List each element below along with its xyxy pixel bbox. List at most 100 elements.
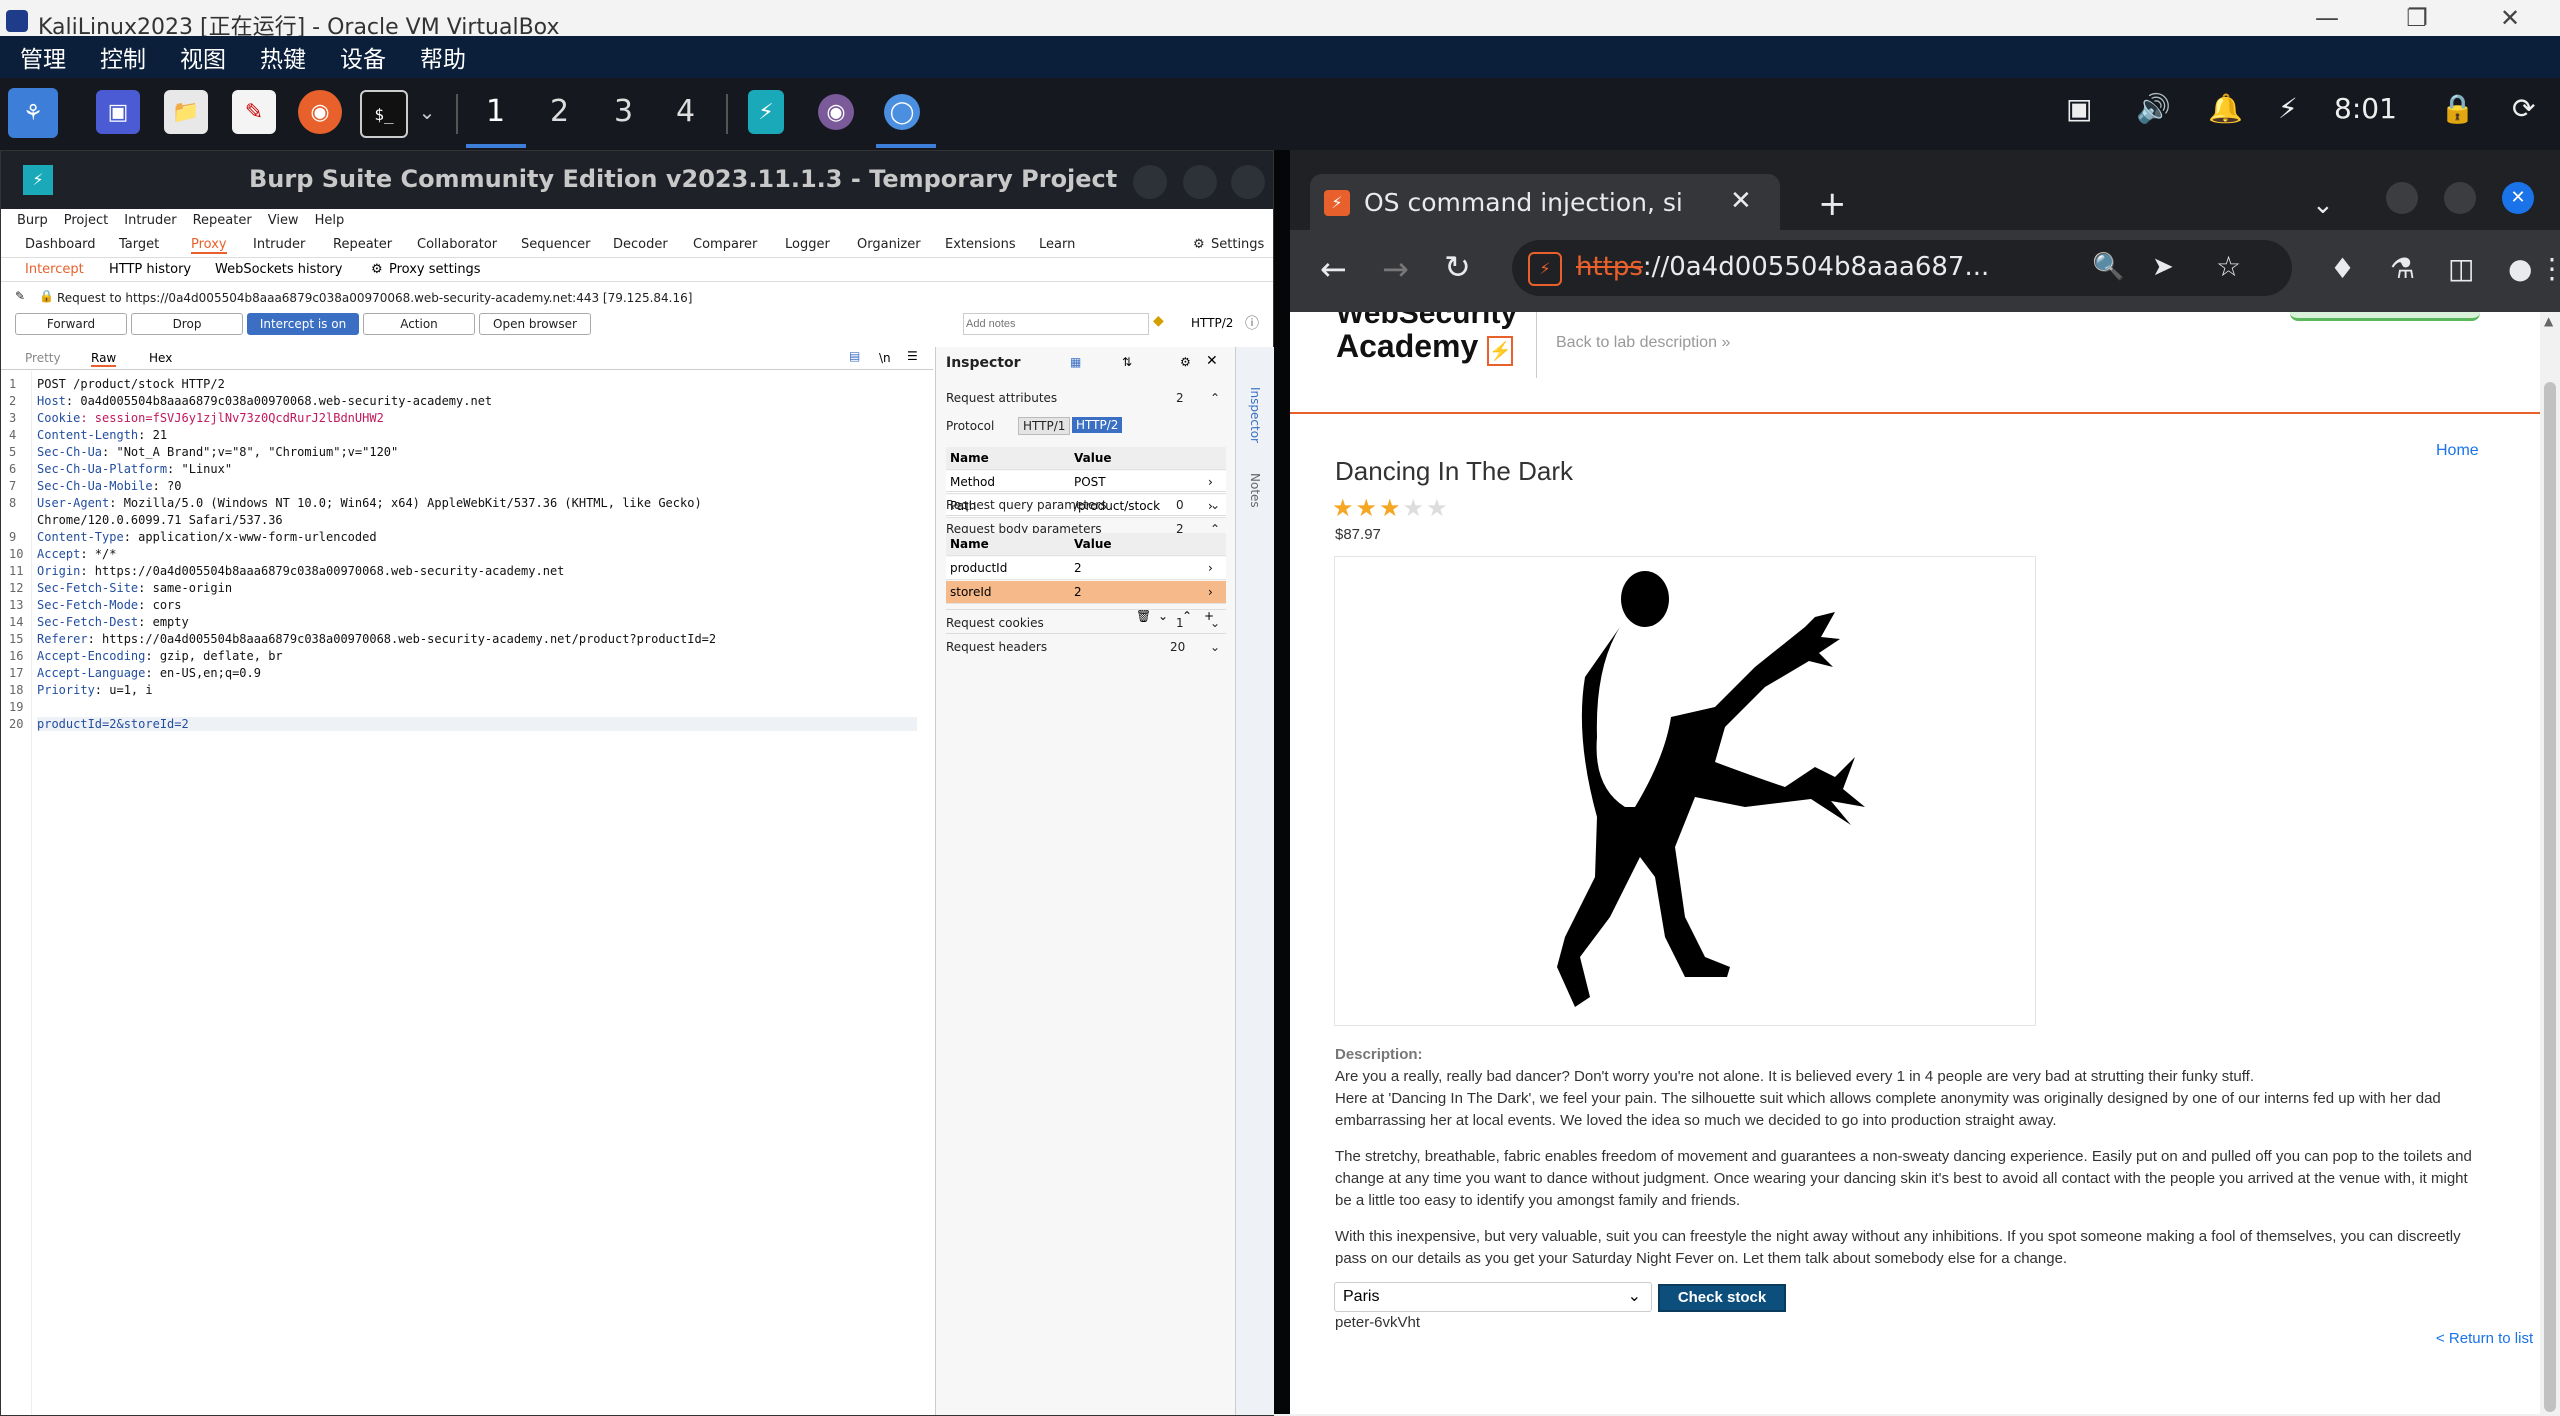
menu-burp[interactable]: Burp [17,213,48,228]
tab-comparer[interactable]: Comparer [693,237,757,252]
menu-manage[interactable]: 管理 [20,36,66,84]
check-stock-button[interactable]: Check stock [1658,1284,1786,1312]
maximize-icon[interactable] [1183,165,1217,199]
tab-notes-vertical[interactable]: Notes [1248,473,1262,508]
workspace-4[interactable]: 4 [676,94,695,129]
close-icon[interactable]: ✕ [2502,182,2534,214]
more-menu-icon[interactable]: ⋮ [2538,252,2560,285]
tab-search-icon[interactable]: ⌄ [2312,190,2334,220]
scroll-up-icon[interactable]: ▲ [2544,314,2553,328]
tab-dashboard[interactable]: Dashboard [25,237,96,252]
workspace-3[interactable]: 3 [614,94,633,129]
menu-hotkeys[interactable]: 热键 [260,36,306,84]
close-icon[interactable]: ✕ [1206,353,1218,369]
logout-icon[interactable]: ⟳ [2512,92,2535,125]
newline-toggle[interactable]: \n [879,351,891,365]
tab-http-history[interactable]: HTTP history [109,262,191,277]
restore-icon[interactable]: ❐ [2387,4,2447,32]
wrap-icon[interactable]: ▤ [849,349,860,363]
tab-target[interactable]: Target [119,237,159,252]
help-icon[interactable]: ⓘ [1245,313,1259,333]
labs-icon[interactable]: ⚗ [2390,252,2415,285]
query-params-header[interactable]: Request query parameters 0 ⌄ [946,491,1226,512]
tab-raw[interactable]: Raw [91,351,117,367]
protocol-http1[interactable]: HTTP/1 [1018,417,1071,435]
menu-control[interactable]: 控制 [100,36,146,84]
tab-logger[interactable]: Logger [785,237,830,252]
gear-icon[interactable]: ⚙ [1180,355,1191,369]
menu-help[interactable]: Help [315,213,345,228]
layout-icon[interactable]: ▦ [1070,355,1081,369]
menu-project[interactable]: Project [64,213,108,228]
extensions-icon[interactable]: ♦ [2330,252,2355,285]
table-row[interactable]: productId 2 › [946,557,1226,580]
tab-websockets-history[interactable]: WebSockets history [215,262,342,277]
close-icon[interactable] [1231,165,1265,199]
menu-devices[interactable]: 设备 [340,36,386,84]
tab-inspector-vertical[interactable]: Inspector [1248,387,1262,443]
browser-tab[interactable]: ⚡ OS command injection, si ✕ [1310,174,1780,230]
intercept-toggle-button[interactable]: Intercept is on [247,313,359,335]
cookies-header[interactable]: Request cookies 1 ⌄ [946,609,1226,630]
zoom-icon[interactable]: 🔍 [2092,252,2124,282]
store-select[interactable]: Paris ⌄ [1334,1282,1652,1312]
send-icon[interactable]: ➤ [2152,252,2174,282]
academy-logo[interactable]: WebSecurity Academy ⚡ [1336,312,1517,366]
highlight-icon[interactable]: ◆ [1153,313,1164,329]
network-icon[interactable]: ▣ [2066,92,2092,125]
tab-hex[interactable]: Hex [149,351,172,365]
menu-view[interactable]: 视图 [180,36,226,84]
menu-intruder[interactable]: Intruder [124,213,176,228]
tab-decoder[interactable]: Decoder [613,237,668,252]
scrollbar-thumb[interactable] [2544,382,2556,1412]
add-notes-input[interactable] [963,313,1149,335]
notifications-icon[interactable]: 🔔 [2208,92,2243,125]
close-icon[interactable]: ✕ [2480,4,2540,32]
workspace-1[interactable]: 1 [486,94,505,129]
tab-proxy[interactable]: Proxy [191,237,227,254]
home-link[interactable]: Home [2436,442,2479,460]
forward-button[interactable]: Forward [15,313,127,335]
headers-header[interactable]: Request headers 20 ⌄ [946,633,1226,654]
menu-icon[interactable]: ☰ [907,349,918,363]
volume-icon[interactable]: 🔊 [2136,92,2171,125]
action-button[interactable]: Action [363,313,475,335]
desktop-icon[interactable]: ▣ [96,90,140,134]
return-to-list-link[interactable]: < Return to list [2436,1330,2533,1347]
tab-learn[interactable]: Learn [1039,237,1075,252]
tab-extensions[interactable]: Extensions [945,237,1016,252]
profile-icon[interactable]: ● [2508,252,2532,285]
tab-sequencer[interactable]: Sequencer [521,237,590,252]
minimize-icon[interactable] [2386,182,2418,214]
workspace-2[interactable]: 2 [550,94,569,129]
battery-icon[interactable]: ⚡ [2278,92,2298,125]
lock-icon[interactable]: 🔒 [2440,92,2475,125]
drop-button[interactable]: Drop [131,313,243,335]
page-scrollbar[interactable]: ▲ [2540,312,2560,1414]
address-bar[interactable]: ⚡ https://0a4d005504b8aaa687... 🔍 ➤ ☆ [1512,240,2292,296]
menu-view[interactable]: View [268,213,299,228]
maximize-icon[interactable] [2444,182,2476,214]
tab-proxy-settings[interactable]: Proxy settings [389,262,481,277]
protocol-http2[interactable]: HTTP/2 [1072,417,1123,433]
side-panel-icon[interactable]: ◫ [2448,252,2474,285]
kali-menu-icon[interactable]: ⚘ [8,88,58,138]
text-editor-icon[interactable]: ✎ [232,90,276,134]
tab-repeater[interactable]: Repeater [333,237,392,252]
menu-help[interactable]: 帮助 [420,36,466,84]
burp-icon[interactable]: ⚡ [748,90,784,134]
clock[interactable]: 8:01 [2334,92,2397,125]
table-row-selected[interactable]: storeId 2 › [946,581,1226,604]
forward-icon[interactable]: → [1382,250,1409,288]
chromium-icon[interactable]: ◯ [884,94,920,130]
tab-pretty[interactable]: Pretty [25,351,61,365]
close-tab-icon[interactable]: ✕ [1730,186,1752,216]
minimize-icon[interactable]: — [2297,4,2357,32]
firefox-icon[interactable]: ◉ [818,94,854,130]
tab-intruder[interactable]: Intruder [253,237,305,252]
new-tab-icon[interactable]: + [1818,184,1847,224]
minimize-icon[interactable] [1133,165,1167,199]
site-info-icon[interactable]: ⚡ [1528,252,1562,286]
tab-collaborator[interactable]: Collaborator [417,237,497,252]
menu-repeater[interactable]: Repeater [193,213,252,228]
